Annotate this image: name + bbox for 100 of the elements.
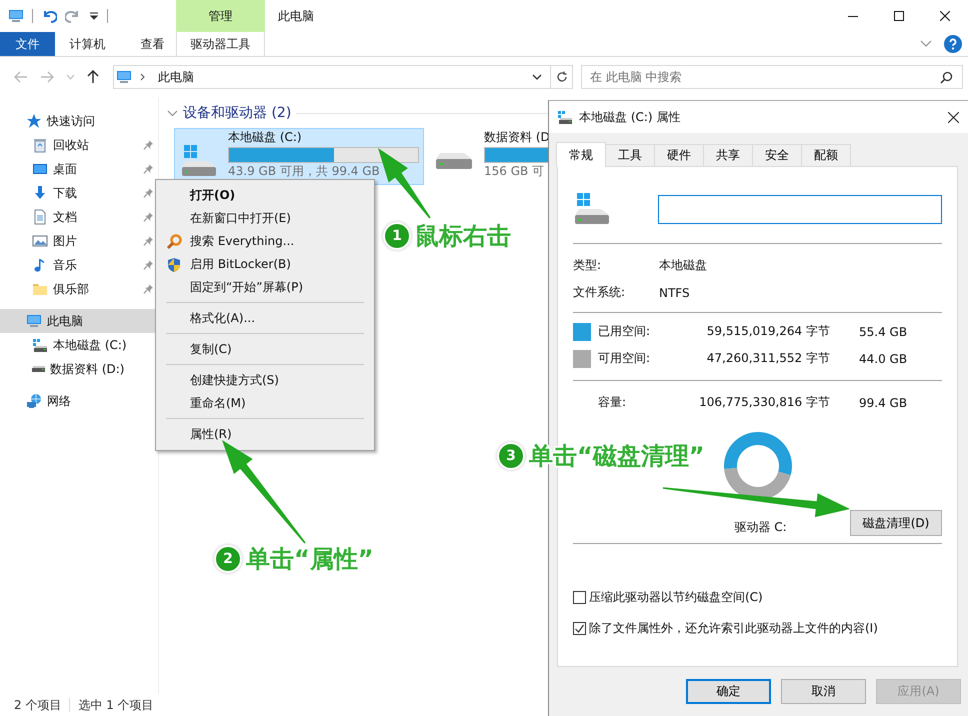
donut-slice [724, 432, 792, 476]
menu-item[interactable]: 固定到“开始”屏幕(P) [158, 276, 372, 299]
nav-item[interactable]: 文档 [0, 205, 158, 229]
maximize-icon [894, 11, 904, 21]
checkbox[interactable] [573, 622, 586, 635]
pin-icon[interactable] [142, 187, 154, 199]
drive-name: 本地磁盘 (C:) [228, 130, 303, 145]
checkbox-label: 压缩此驱动器以节约磁盘空间(C) [589, 589, 763, 606]
dialog-tab[interactable]: 配额 [801, 144, 851, 166]
down-arrow-icon [32, 185, 48, 201]
search-icon [940, 71, 953, 84]
drive-name-field[interactable] [658, 194, 942, 224]
menu-item[interactable]: 复制(C) [158, 338, 372, 361]
computer-icon[interactable] [8, 8, 24, 24]
ribbon-tab[interactable]: 文件 [0, 32, 55, 56]
monitor-icon [32, 161, 48, 177]
step-number: 2 [216, 547, 240, 571]
nav-item[interactable]: 本地磁盘 (C:) [0, 333, 158, 357]
trash-bin-icon [32, 137, 48, 153]
back-arrow-icon[interactable] [14, 71, 28, 83]
nav-item[interactable]: 俱乐部 [0, 277, 158, 301]
free-space-text: 156 GB 可 [484, 164, 546, 178]
checkbox[interactable] [573, 591, 586, 604]
refresh-icon [556, 71, 568, 83]
nav-item[interactable]: 图片 [0, 229, 158, 253]
drive-icon [32, 337, 48, 353]
close-icon [948, 112, 958, 122]
menu-item[interactable]: 搜索 Everything... [158, 230, 372, 253]
dialog-title: 本地磁盘 (C:) 属性 [579, 108, 680, 126]
up-arrow-icon[interactable] [87, 70, 99, 84]
dropdown-icon[interactable] [89, 11, 99, 21]
pin-icon[interactable] [142, 139, 154, 151]
ribbon-tab[interactable]: 驱动器工具 [176, 32, 265, 56]
chevron-right-icon [140, 73, 146, 81]
space-label: 已用空间: [598, 323, 652, 340]
refresh-button[interactable] [551, 65, 573, 89]
byte-count: 47,260,311,552 字节 [706, 350, 830, 367]
free-space-text: 43.9 GB 可用，共 99.4 GB [228, 164, 381, 178]
redo-icon[interactable] [65, 8, 81, 24]
menu-item[interactable]: 在新窗口中打开(E) [158, 207, 372, 230]
image-icon [32, 233, 48, 249]
annotation-text: 单击“属性” [246, 544, 374, 575]
ribbon-tab[interactable]: 计算机 [55, 32, 120, 56]
contextual-tab-header: 管理 [176, 0, 265, 32]
close-icon [940, 11, 950, 21]
property-label: 类型: [573, 257, 602, 274]
nav-item[interactable]: 桌面 [0, 157, 158, 181]
window-title: 此电脑 [277, 8, 314, 24]
dialog-button[interactable]: 取消 [781, 679, 866, 704]
menu-item[interactable]: 打开(O) [158, 184, 372, 207]
menu-item[interactable]: 格式化(A)... [158, 307, 372, 330]
search-field[interactable]: 在 此电脑 中搜索 [581, 65, 963, 89]
magnifier-icon [166, 234, 182, 250]
folder-icon [32, 281, 48, 297]
menu-item[interactable]: 属性(R) [158, 423, 372, 446]
byte-count: 59,515,019,264 字节 [706, 323, 830, 340]
help-icon[interactable] [944, 35, 962, 53]
drive-icon [32, 366, 45, 372]
dialog-button[interactable]: 确定 [686, 679, 771, 704]
menu-item[interactable]: 启用 BitLocker(B) [158, 253, 372, 276]
nav-item[interactable]: 数据资料 (D:) [0, 357, 158, 381]
item-count: 2 个项目 [14, 696, 62, 714]
drive-icon [557, 109, 573, 125]
nav-item[interactable]: 此电脑 [0, 309, 158, 333]
chevron-down-icon[interactable] [532, 74, 542, 80]
computer-icon [26, 313, 42, 329]
menu-item[interactable]: 重命名(M) [158, 392, 372, 415]
nav-item[interactable]: 下载 [0, 181, 158, 205]
disk-cleanup-button[interactable]: 磁盘清理(D) [850, 510, 942, 536]
selection-count: 选中 1 个项目 [78, 696, 154, 714]
property-label: 文件系统: [573, 284, 626, 301]
forward-arrow-icon[interactable] [40, 71, 54, 83]
pin-icon[interactable] [142, 235, 154, 247]
annotation-text: 鼠标右击 [415, 221, 511, 252]
computer-icon [116, 69, 132, 85]
pin-icon[interactable] [142, 283, 154, 295]
nav-item[interactable]: 快速访问 [0, 109, 158, 133]
pin-icon[interactable] [142, 163, 154, 175]
nav-item[interactable]: 回收站 [0, 133, 158, 157]
size-value: 99.4 GB [859, 396, 908, 410]
undo-icon[interactable] [41, 8, 57, 24]
nav-item[interactable]: 网络 [0, 389, 158, 413]
byte-count: 106,775,330,816 字节 [698, 394, 830, 411]
pin-icon[interactable] [142, 259, 154, 271]
property-value: NTFS [659, 286, 690, 300]
nav-item[interactable]: 音乐 [0, 253, 158, 277]
address-field[interactable]: 此电脑 [113, 65, 551, 89]
chevron-icon[interactable] [167, 108, 178, 118]
menu-item[interactable]: 创建快捷方式(S) [158, 369, 372, 392]
dialog-tab[interactable]: 常规 [556, 142, 606, 167]
address-path: 此电脑 [158, 68, 194, 86]
shield-icon [166, 256, 182, 272]
property-value: 本地磁盘 [659, 257, 707, 274]
pin-icon[interactable] [142, 211, 154, 223]
star-icon [26, 113, 42, 129]
space-label: 容量: [598, 394, 628, 411]
drive-label: 驱动器 C: [733, 519, 787, 536]
arrow [378, 148, 431, 218]
size-value: 44.0 GB [859, 352, 908, 366]
globe-icon [26, 393, 42, 409]
